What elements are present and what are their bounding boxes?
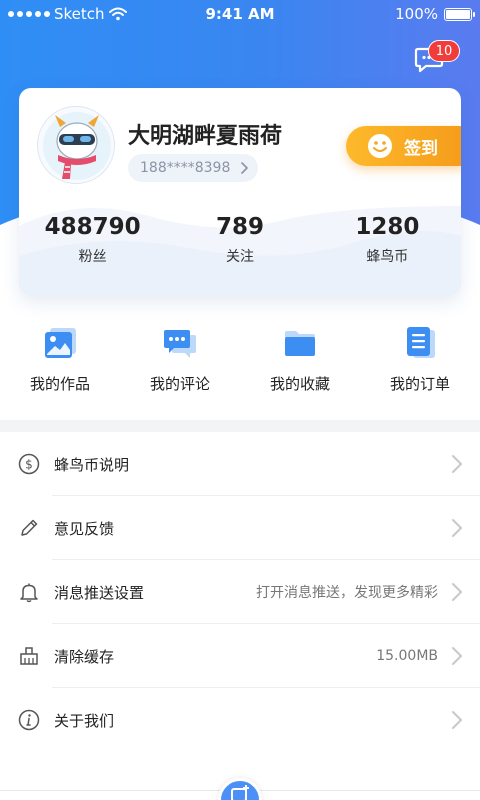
quick-action-label: 我的收藏 (269, 375, 330, 393)
quick-action-label: 我的作品 (29, 375, 90, 393)
battery-icon (444, 7, 475, 21)
stat-label: 蜂鸟币 (366, 249, 409, 265)
document-icon (407, 327, 435, 358)
publish-button[interactable] (218, 778, 262, 800)
username: 大明湖畔夏雨荷 (128, 124, 283, 149)
settings-menu: $ 蜂鸟币说明 意见反馈 消息推送设置 打开消息推送，发现更多精彩 清除缓存 1… (0, 432, 480, 752)
menu-item-label: 蜂鸟币说明 (54, 455, 130, 474)
stat-followers[interactable]: 488790 粉丝 (19, 214, 166, 266)
battery-percent: 100% (395, 5, 438, 23)
avatar[interactable] (37, 106, 115, 184)
stat-value: 1280 (355, 214, 420, 240)
stat-following[interactable]: 789 关注 (166, 214, 313, 266)
phone-number-pill[interactable]: 188****8398 (128, 154, 259, 182)
bell-icon (20, 583, 38, 603)
info-icon (18, 709, 40, 731)
menu-item-push-settings[interactable]: 消息推送设置 打开消息推送，发现更多精彩 (0, 560, 480, 624)
comment-icon (164, 330, 196, 358)
quick-action-comments[interactable]: 我的评论 (120, 325, 240, 394)
profile-stats: 488790 粉丝 789 关注 1280 蜂鸟币 (19, 214, 461, 266)
svg-text:$: $ (25, 458, 33, 472)
quick-action-label: 我的订单 (389, 375, 450, 393)
menu-item-coin-info[interactable]: $ 蜂鸟币说明 (0, 432, 480, 496)
menu-item-about[interactable]: 关于我们 (0, 688, 480, 752)
quick-actions: 我的作品 我的评论 我的收藏 我的订单 (0, 325, 480, 394)
stat-coins[interactable]: 1280 蜂鸟币 (314, 214, 461, 266)
menu-item-value: 打开消息推送，发现更多精彩 (256, 585, 438, 601)
stat-label: 关注 (225, 249, 254, 265)
menu-item-value: 15.00MB (376, 648, 438, 664)
quick-action-orders[interactable]: 我的订单 (360, 325, 480, 394)
menu-item-clear-cache[interactable]: 清除缓存 15.00MB (0, 624, 480, 688)
folder-icon (285, 331, 315, 356)
battery-fill (446, 9, 470, 19)
pencil-icon (21, 519, 38, 536)
stat-value: 789 (215, 214, 264, 240)
smiley-icon (368, 134, 392, 158)
menu-item-label: 关于我们 (54, 711, 115, 730)
image-icon (45, 328, 76, 358)
avatar-illustration (43, 112, 111, 180)
chevron-right-icon (452, 583, 462, 601)
phone-number: 188****8398 (140, 160, 231, 176)
add-photo-icon (231, 785, 249, 800)
quick-action-works[interactable]: 我的作品 (0, 325, 120, 394)
stat-value: 488790 (44, 214, 141, 240)
chevron-right-icon (452, 455, 462, 473)
broom-icon (20, 647, 38, 665)
quick-action-favorites[interactable]: 我的收藏 (240, 325, 360, 394)
battery-group: 100% (395, 5, 475, 23)
checkin-button[interactable]: 签到 (346, 126, 461, 166)
menu-item-label: 意见反馈 (54, 519, 115, 538)
section-divider (0, 420, 480, 432)
menu-item-feedback[interactable]: 意见反馈 (0, 496, 480, 560)
chevron-right-icon (452, 647, 462, 665)
chevron-right-icon (452, 519, 462, 537)
profile-card: 大明湖畔夏雨荷 188****8398 签到 488790 粉丝 789 关注 … (19, 88, 461, 296)
menu-item-label: 消息推送设置 (54, 583, 145, 602)
status-bar: Sketch 9:41 AM 100% (0, 0, 480, 28)
menu-item-label: 清除缓存 (54, 647, 115, 666)
coin-icon: $ (18, 453, 40, 475)
stat-label: 粉丝 (78, 249, 107, 265)
message-count-badge: 10 (428, 40, 460, 62)
chevron-right-icon (452, 711, 462, 729)
checkin-label: 签到 (404, 138, 438, 159)
chevron-right-icon (241, 162, 249, 174)
quick-action-label: 我的评论 (149, 375, 210, 393)
